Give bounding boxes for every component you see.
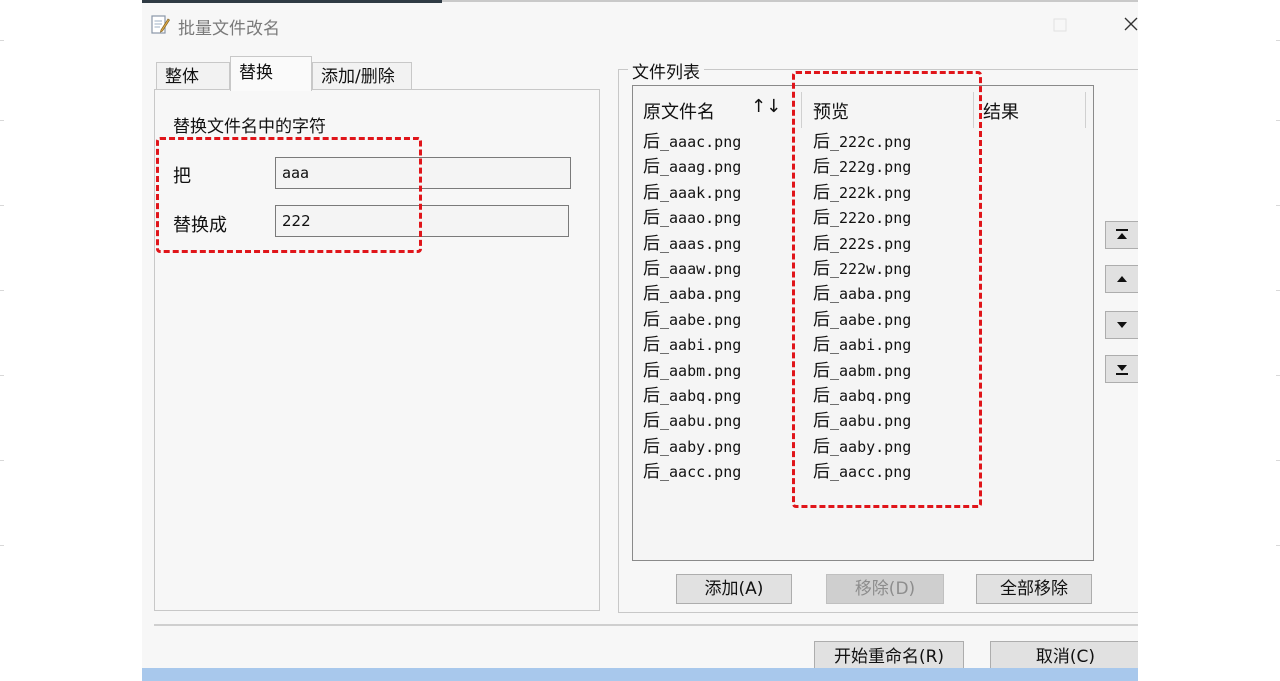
preview-filename: 后_aacc.png xyxy=(813,462,912,483)
original-filename: 后_aaas.png xyxy=(643,233,742,254)
file-row[interactable]: 后_aaby.png 后_aaby.png xyxy=(643,435,1083,460)
file-row[interactable]: 后_aaac.png 后_222c.png xyxy=(643,130,1083,155)
preview-filename: 后_aaba.png xyxy=(813,284,912,305)
column-header-result[interactable]: 结果 xyxy=(983,98,1019,124)
column-header-original[interactable]: 原文件名 xyxy=(643,98,715,124)
file-list-title: 文件列表 xyxy=(628,58,704,83)
original-filename: 后_aaac.png xyxy=(643,132,742,152)
column-separator[interactable] xyxy=(801,92,802,128)
preview-filename: 后_aabq.png xyxy=(813,385,912,406)
file-list-view[interactable]: 原文件名 ↑↓ 预览 结果 后_aaac.png 后_222c.png 后_aaag… xyxy=(632,85,1094,561)
replace-tab-panel: 替换文件名中的字符 把 替换成 xyxy=(154,89,600,611)
file-row[interactable]: 后_aaba.png 后_aaba.png xyxy=(643,282,1083,307)
tab-overall[interactable]: 整体 xyxy=(156,62,230,90)
sort-arrows-icon[interactable]: ↑↓ xyxy=(751,96,781,117)
preview-filename: 后_aabu.png xyxy=(813,411,912,432)
file-row[interactable]: 后_aabi.png 后_aabi.png xyxy=(643,333,1083,358)
file-row[interactable]: 后_aabm.png 后_aabm.png xyxy=(643,359,1083,384)
background-left xyxy=(0,0,142,681)
original-filename: 后_aabm.png xyxy=(643,360,742,381)
title-bar[interactable]: 批量文件改名 xyxy=(142,3,1138,43)
file-row[interactable]: 后_aabu.png 后_aabu.png xyxy=(643,409,1083,434)
replace-with-label: 替换成 xyxy=(173,215,227,236)
tab-replace[interactable]: 替换 xyxy=(230,56,312,91)
find-text-input[interactable] xyxy=(275,157,571,189)
column-header-preview[interactable]: 预览 xyxy=(813,98,849,124)
taskbar-edge xyxy=(142,668,1138,681)
background-right xyxy=(1138,0,1280,681)
move-down-button[interactable] xyxy=(1105,311,1138,339)
original-filename: 后_aacc.png xyxy=(643,462,742,483)
original-filename: 后_aabe.png xyxy=(643,309,742,330)
tab-add-delete[interactable]: 添加/删除 xyxy=(312,62,412,90)
minimize-icon[interactable] xyxy=(980,13,1004,37)
original-filename: 后_aaby.png xyxy=(643,436,742,457)
original-filename: 后_aaaw.png xyxy=(643,258,742,279)
original-filename: 后_aaao.png xyxy=(643,208,742,229)
move-to-top-button[interactable] xyxy=(1105,221,1138,249)
replace-heading: 替换文件名中的字符 xyxy=(173,117,326,137)
move-up-icon xyxy=(1117,276,1127,282)
window-title: 批量文件改名 xyxy=(178,19,280,39)
move-down-icon xyxy=(1117,322,1127,328)
file-row[interactable]: 后_aaak.png 后_222k.png xyxy=(643,181,1083,206)
column-separator[interactable] xyxy=(973,92,974,128)
preview-filename: 后_aaby.png xyxy=(813,436,912,457)
move-to-top-icon xyxy=(1116,229,1128,239)
preview-filename: 后_222w.png xyxy=(813,258,912,279)
file-row[interactable]: 后_aaao.png 后_222o.png xyxy=(643,206,1083,231)
top-edge-light xyxy=(442,0,1138,2)
find-label: 把 xyxy=(173,166,191,187)
preview-filename: 后_222c.png xyxy=(813,132,912,152)
file-row[interactable]: 后_aaaw.png 后_222w.png xyxy=(643,257,1083,282)
file-row[interactable]: 后_aaas.png 后_222s.png xyxy=(643,232,1083,257)
remove-file-button[interactable]: 移除(D) xyxy=(826,574,944,604)
original-filename: 后_aabq.png xyxy=(643,385,742,406)
notepad-pencil-icon xyxy=(151,15,170,34)
replace-text-input[interactable] xyxy=(275,205,569,237)
preview-filename: 后_aabi.png xyxy=(813,335,912,356)
preview-filename: 后_222s.png xyxy=(813,233,912,254)
footer-separator xyxy=(154,624,1138,626)
file-row[interactable]: 后_aaag.png 后_222g.png xyxy=(643,155,1083,180)
preview-filename: 后_aabm.png xyxy=(813,360,912,381)
preview-filename: 后_222o.png xyxy=(813,208,912,229)
batch-rename-window: 批量文件改名 整体 替换 添加/删除 替换文件名中的字符 把 替换成 文件列表 … xyxy=(142,0,1138,681)
column-separator[interactable] xyxy=(1085,92,1086,128)
close-icon[interactable] xyxy=(1120,13,1138,37)
add-files-button[interactable]: 添加(A) xyxy=(676,574,792,604)
preview-filename: 后_aabe.png xyxy=(813,309,912,330)
move-up-button[interactable] xyxy=(1105,265,1138,293)
remove-all-button[interactable]: 全部移除 xyxy=(976,574,1092,604)
file-row[interactable]: 后_aabq.png 后_aabq.png xyxy=(643,384,1083,409)
file-row[interactable]: 后_aabe.png 后_aabe.png xyxy=(643,308,1083,333)
move-to-bottom-button[interactable] xyxy=(1105,355,1138,383)
preview-filename: 后_222g.png xyxy=(813,157,912,178)
maximize-icon[interactable] xyxy=(1048,13,1072,37)
original-filename: 后_aaag.png xyxy=(643,157,742,178)
move-to-bottom-icon xyxy=(1116,365,1128,375)
original-filename: 后_aabu.png xyxy=(643,411,742,432)
original-filename: 后_aaak.png xyxy=(643,182,742,203)
preview-filename: 后_222k.png xyxy=(813,182,912,203)
file-rows: 后_aaac.png 后_222c.png 后_aaag.png 后_222g.png… xyxy=(643,130,1083,485)
original-filename: 后_aabi.png xyxy=(643,335,742,356)
original-filename: 后_aaba.png xyxy=(643,284,742,305)
file-row[interactable]: 后_aacc.png 后_aacc.png xyxy=(643,460,1083,485)
